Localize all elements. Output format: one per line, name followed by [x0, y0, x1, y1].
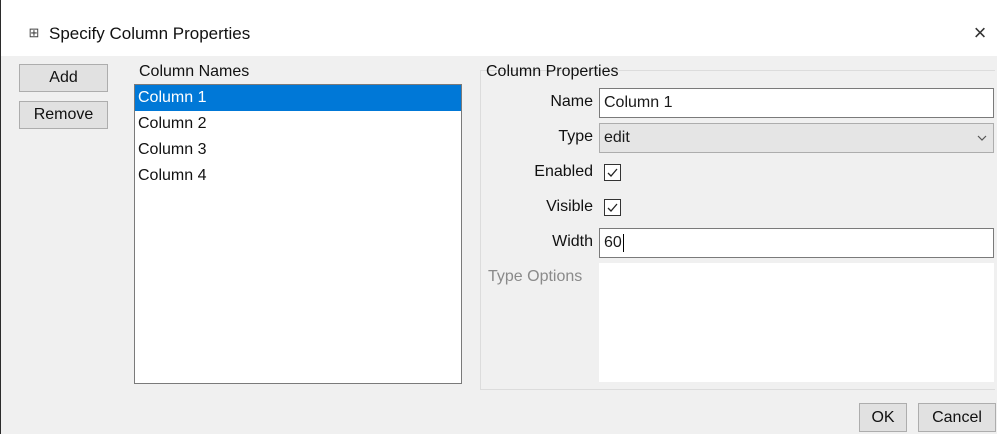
chevron-down-icon [977, 124, 987, 162]
type-select[interactable]: edit [599, 123, 994, 153]
remove-button[interactable]: Remove [19, 101, 108, 129]
add-button[interactable]: Add [19, 64, 108, 92]
column-names-label: Column Names [139, 63, 250, 80]
type-options-label: Type Options [488, 268, 583, 285]
enabled-label: Enabled [534, 163, 593, 180]
name-label: Name [550, 93, 593, 110]
visible-label: Visible [546, 198, 593, 215]
column-names-list[interactable]: Column 1 Column 2 Column 3 Column 4 [134, 84, 462, 384]
type-select-value: edit [604, 129, 630, 146]
cancel-button[interactable]: Cancel [918, 403, 996, 432]
name-field[interactable]: Column 1 [599, 88, 994, 118]
width-field[interactable]: 60 [599, 228, 994, 258]
title-bar: ⊞ Specify Column Properties × [1, 0, 997, 56]
table-icon: ⊞ [28, 25, 40, 40]
type-label: Type [558, 128, 593, 145]
dialog-title: Specify Column Properties [49, 24, 251, 43]
width-label: Width [552, 233, 593, 250]
specify-column-properties-dialog: ⊞ Specify Column Properties × Add Remove… [0, 0, 997, 434]
close-button[interactable]: × [967, 20, 993, 46]
list-item[interactable]: Column 3 [135, 137, 461, 163]
list-item[interactable]: Column 4 [135, 163, 461, 189]
check-icon [607, 203, 618, 212]
column-properties-label: Column Properties [486, 63, 619, 80]
type-options-field[interactable] [599, 263, 994, 382]
text-caret [622, 233, 624, 252]
width-field-value: 60 [604, 234, 622, 251]
list-item[interactable]: Column 2 [135, 111, 461, 137]
check-icon [607, 168, 618, 177]
list-item[interactable]: Column 1 [135, 85, 461, 111]
ok-button[interactable]: OK [859, 403, 907, 432]
visible-checkbox[interactable] [604, 199, 621, 216]
enabled-checkbox[interactable] [604, 164, 621, 181]
